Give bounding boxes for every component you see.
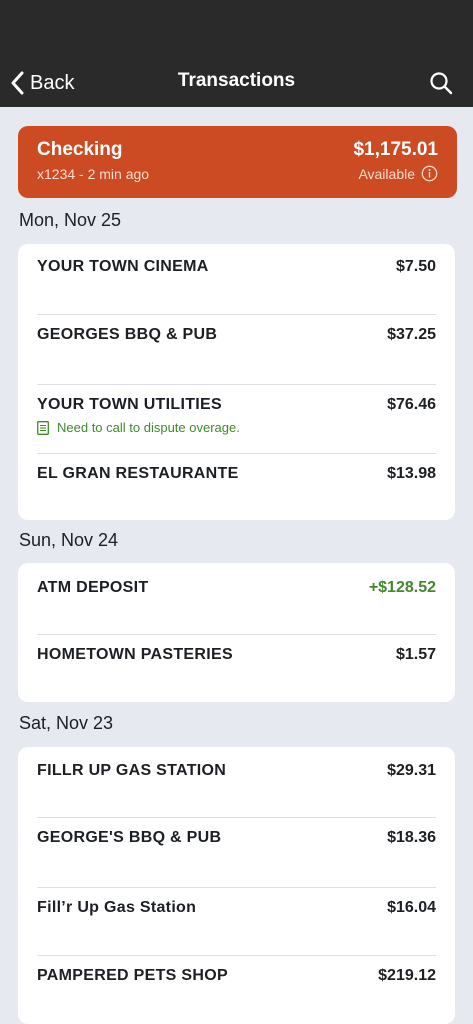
transaction-row[interactable]: FILLR UP GAS STATION $29.31: [37, 762, 436, 812]
transaction-merchant: YOUR TOWN CINEMA: [37, 258, 209, 275]
account-summary-card[interactable]: Checking x1234 - 2 min ago $1,175.01 Ava…: [18, 126, 457, 198]
back-label: Back: [30, 71, 75, 94]
transaction-merchant: HOMETOWN PASTERIES: [37, 646, 233, 663]
balance-label: Available: [358, 165, 438, 182]
transaction-row[interactable]: ATM DEPOSIT +$128.52: [37, 579, 436, 629]
transaction-amount: $7.50: [395, 258, 436, 275]
transaction-amount: $29.31: [387, 762, 436, 779]
transaction-merchant: FILLR UP GAS STATION: [37, 762, 227, 779]
info-icon[interactable]: [421, 165, 438, 182]
transaction-merchant: YOUR TOWN UTILITIES: [37, 396, 222, 413]
transaction-row[interactable]: GEORGE'S BBQ & PUB $18.36: [37, 817, 436, 879]
navigation-bar: Back Transactions: [0, 58, 473, 107]
transaction-group-card: ATM DEPOSIT +$128.52 HOMETOWN PASTERIES …: [18, 563, 455, 702]
back-button[interactable]: Back: [10, 68, 74, 98]
status-bar: [0, 0, 473, 58]
transaction-merchant: GEORGES BBQ & PUB: [37, 326, 218, 343]
account-name: Checking: [37, 139, 123, 160]
transaction-amount: $37.25: [387, 326, 436, 343]
transaction-row[interactable]: Fill’r Up Gas Station $16.04: [37, 887, 436, 949]
transaction-note: Need to call to dispute overage.: [37, 420, 240, 435]
transaction-row[interactable]: EL GRAN RESTAURANTE $13.98: [37, 453, 436, 505]
transaction-amount: $219.12: [378, 967, 436, 984]
note-icon: [37, 420, 49, 435]
transaction-merchant: ATM DEPOSIT: [37, 579, 149, 596]
transaction-amount: $18.36: [387, 829, 436, 846]
chevron-left-icon: [11, 71, 24, 95]
transaction-amount: $16.04: [387, 899, 436, 916]
transaction-row[interactable]: GEORGES BBQ & PUB $37.25: [37, 314, 436, 376]
date-header: Mon, Nov 25: [19, 210, 122, 230]
transaction-group-card: YOUR TOWN CINEMA $7.50 GEORGES BBQ & PUB…: [18, 244, 455, 520]
date-header: Sun, Nov 24: [19, 530, 119, 550]
account-subtitle: x1234 - 2 min ago: [37, 166, 150, 182]
transaction-row[interactable]: YOUR TOWN CINEMA $7.50: [37, 258, 436, 308]
search-button[interactable]: [429, 71, 453, 95]
transaction-amount: +$128.52: [368, 579, 436, 596]
transaction-row[interactable]: HOMETOWN PASTERIES $1.57: [37, 634, 436, 686]
date-header: Sat, Nov 23: [19, 713, 114, 733]
transaction-group-card: FILLR UP GAS STATION $29.31 GEORGE'S BBQ…: [18, 747, 455, 1024]
transaction-amount: $76.46: [387, 396, 436, 413]
transaction-row[interactable]: PAMPERED PETS SHOP $219.12: [37, 955, 436, 1007]
available-label: Available: [358, 165, 415, 182]
search-icon: [430, 72, 453, 95]
transaction-merchant: PAMPERED PETS SHOP: [37, 967, 228, 984]
transaction-row[interactable]: YOUR TOWN UTILITIES $76.46 Need to call …: [37, 384, 436, 446]
transaction-amount: $1.57: [395, 646, 436, 663]
account-balance: $1,175.01: [353, 139, 438, 160]
transaction-merchant: GEORGE'S BBQ & PUB: [37, 829, 222, 846]
transaction-amount: $13.98: [387, 465, 436, 482]
transaction-merchant: Fill’r Up Gas Station: [37, 899, 197, 916]
transaction-merchant: EL GRAN RESTAURANTE: [37, 465, 239, 482]
transaction-note-text: Need to call to dispute overage.: [57, 420, 240, 435]
